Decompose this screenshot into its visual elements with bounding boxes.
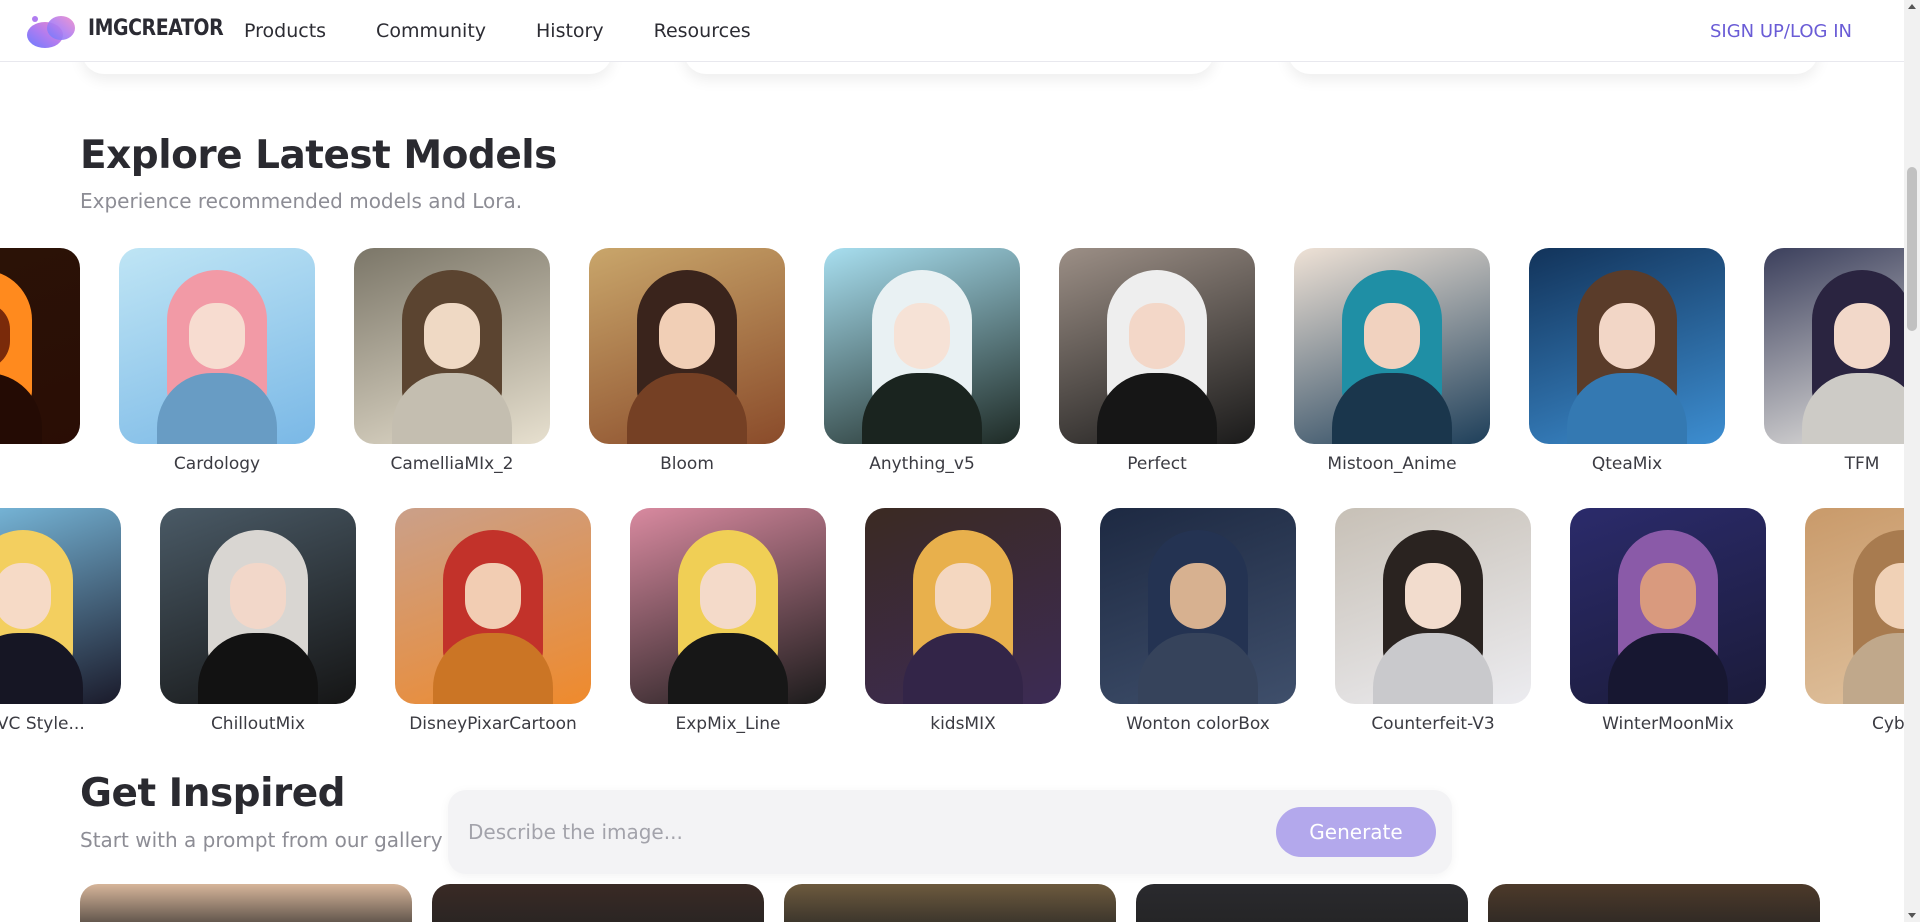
model-thumbnail[interactable] (1335, 508, 1531, 704)
model-name: Cardology (173, 454, 261, 474)
model-card[interactable]: ChilloutMix (160, 508, 356, 738)
gallery-image-card[interactable] (80, 884, 412, 922)
inspired-subtitle: Start with a prompt from our gallery c (80, 828, 460, 852)
gallery-image-card[interactable] (784, 884, 1116, 922)
model-thumbnail[interactable] (1764, 248, 1904, 444)
model-thumbnail[interactable] (589, 248, 785, 444)
model-name: O [PVC Style... (0, 714, 85, 734)
model-card[interactable]: Counterfeit-V3 (1335, 508, 1531, 738)
inspiration-gallery (0, 884, 1904, 922)
scroll-up-icon[interactable] (1908, 4, 1916, 9)
model-card[interactable]: ExpMix_Line (630, 508, 826, 738)
model-thumbnail[interactable] (0, 508, 121, 704)
model-card[interactable]: QteaMix (1529, 248, 1725, 478)
explore-subtitle: Experience recommended models and Lora. (80, 189, 523, 213)
brand-name[interactable]: IMGCREATOR (88, 16, 224, 41)
model-thumbnail[interactable] (119, 248, 315, 444)
scroll-down-icon[interactable] (1908, 913, 1916, 918)
model-thumbnail[interactable] (1570, 508, 1766, 704)
model-name: CyberR (1872, 714, 1904, 734)
gallery-image-card[interactable] (1136, 884, 1468, 922)
model-thumbnail[interactable] (1059, 248, 1255, 444)
model-thumbnail[interactable] (1294, 248, 1490, 444)
model-name: ul (0, 454, 80, 474)
page-scrollbar[interactable] (1904, 0, 1920, 922)
model-card[interactable]: Anything_v5 (824, 248, 1020, 478)
models-carousel-row-1: ul Cardology CamelliaMIx_2 Bloom Anything_v5… (0, 248, 1904, 488)
inspired-title: Get Inspired (80, 771, 346, 816)
model-card[interactable]: Bloom (589, 248, 785, 478)
model-thumbnail[interactable] (0, 248, 80, 444)
model-name: ChilloutMix (210, 714, 306, 734)
model-thumbnail[interactable] (1805, 508, 1904, 704)
model-name: CamelliaMIx_2 (390, 454, 514, 474)
model-card[interactable]: CamelliaMIx_2 (354, 248, 550, 478)
model-name: WinterMoonMix (1602, 714, 1734, 734)
scrollbar-thumb[interactable] (1907, 167, 1917, 331)
explore-title: Explore Latest Models (80, 133, 557, 178)
imgcreator-logo-icon[interactable] (25, 13, 81, 49)
model-thumbnail[interactable] (160, 508, 356, 704)
top-navbar: IMGCREATOR Products Community History Re… (0, 0, 1904, 62)
model-thumbnail[interactable] (865, 508, 1061, 704)
model-name: kidsMIX (930, 714, 996, 734)
nav-history[interactable]: History (536, 20, 604, 42)
model-thumbnail[interactable] (630, 508, 826, 704)
model-thumbnail[interactable] (1100, 508, 1296, 704)
model-name: ExpMix_Line (675, 714, 781, 734)
model-card[interactable]: O [PVC Style... (0, 508, 121, 738)
generate-button[interactable]: Generate (1276, 807, 1436, 857)
model-card[interactable]: ul (0, 248, 80, 478)
gallery-image-card[interactable] (432, 884, 764, 922)
gallery-image-card[interactable] (1488, 884, 1820, 922)
model-name: Bloom (660, 454, 714, 474)
model-card[interactable]: kidsMIX (865, 508, 1061, 738)
model-card[interactable]: Perfect (1059, 248, 1255, 478)
model-thumbnail[interactable] (824, 248, 1020, 444)
model-card[interactable]: Wonton colorBox (1100, 508, 1296, 738)
nav-resources[interactable]: Resources (654, 20, 751, 42)
model-card[interactable]: WinterMoonMix (1570, 508, 1766, 738)
model-name: DisneyPixarCartoon (409, 714, 577, 734)
main-nav: Products Community History Resources (244, 20, 751, 42)
model-thumbnail[interactable] (395, 508, 591, 704)
model-thumbnail[interactable] (1529, 248, 1725, 444)
model-name: Perfect (1127, 454, 1187, 474)
models-carousel-row-2: O [PVC Style... ChilloutMix DisneyPixarCar… (0, 508, 1904, 748)
model-name: Wonton colorBox (1126, 714, 1270, 734)
nav-products[interactable]: Products (244, 20, 326, 42)
prompt-input[interactable] (468, 812, 1248, 852)
signup-login-link[interactable]: SIGN UP/LOG IN (1710, 21, 1852, 42)
model-name: Anything_v5 (869, 454, 975, 474)
model-name: TFM (1844, 454, 1880, 474)
model-name: Mistoon_Anime (1327, 454, 1457, 474)
prompt-bar: Generate (448, 790, 1452, 874)
model-name: Counterfeit-V3 (1371, 714, 1495, 734)
model-card[interactable]: Cardology (119, 248, 315, 478)
model-card[interactable]: Mistoon_Anime (1294, 248, 1490, 478)
model-name: QteaMix (1591, 454, 1663, 474)
model-card[interactable]: CyberR (1805, 508, 1904, 738)
model-thumbnail[interactable] (354, 248, 550, 444)
model-card[interactable]: TFM (1764, 248, 1904, 478)
model-card[interactable]: DisneyPixarCartoon (395, 508, 591, 738)
nav-community[interactable]: Community (376, 20, 486, 42)
